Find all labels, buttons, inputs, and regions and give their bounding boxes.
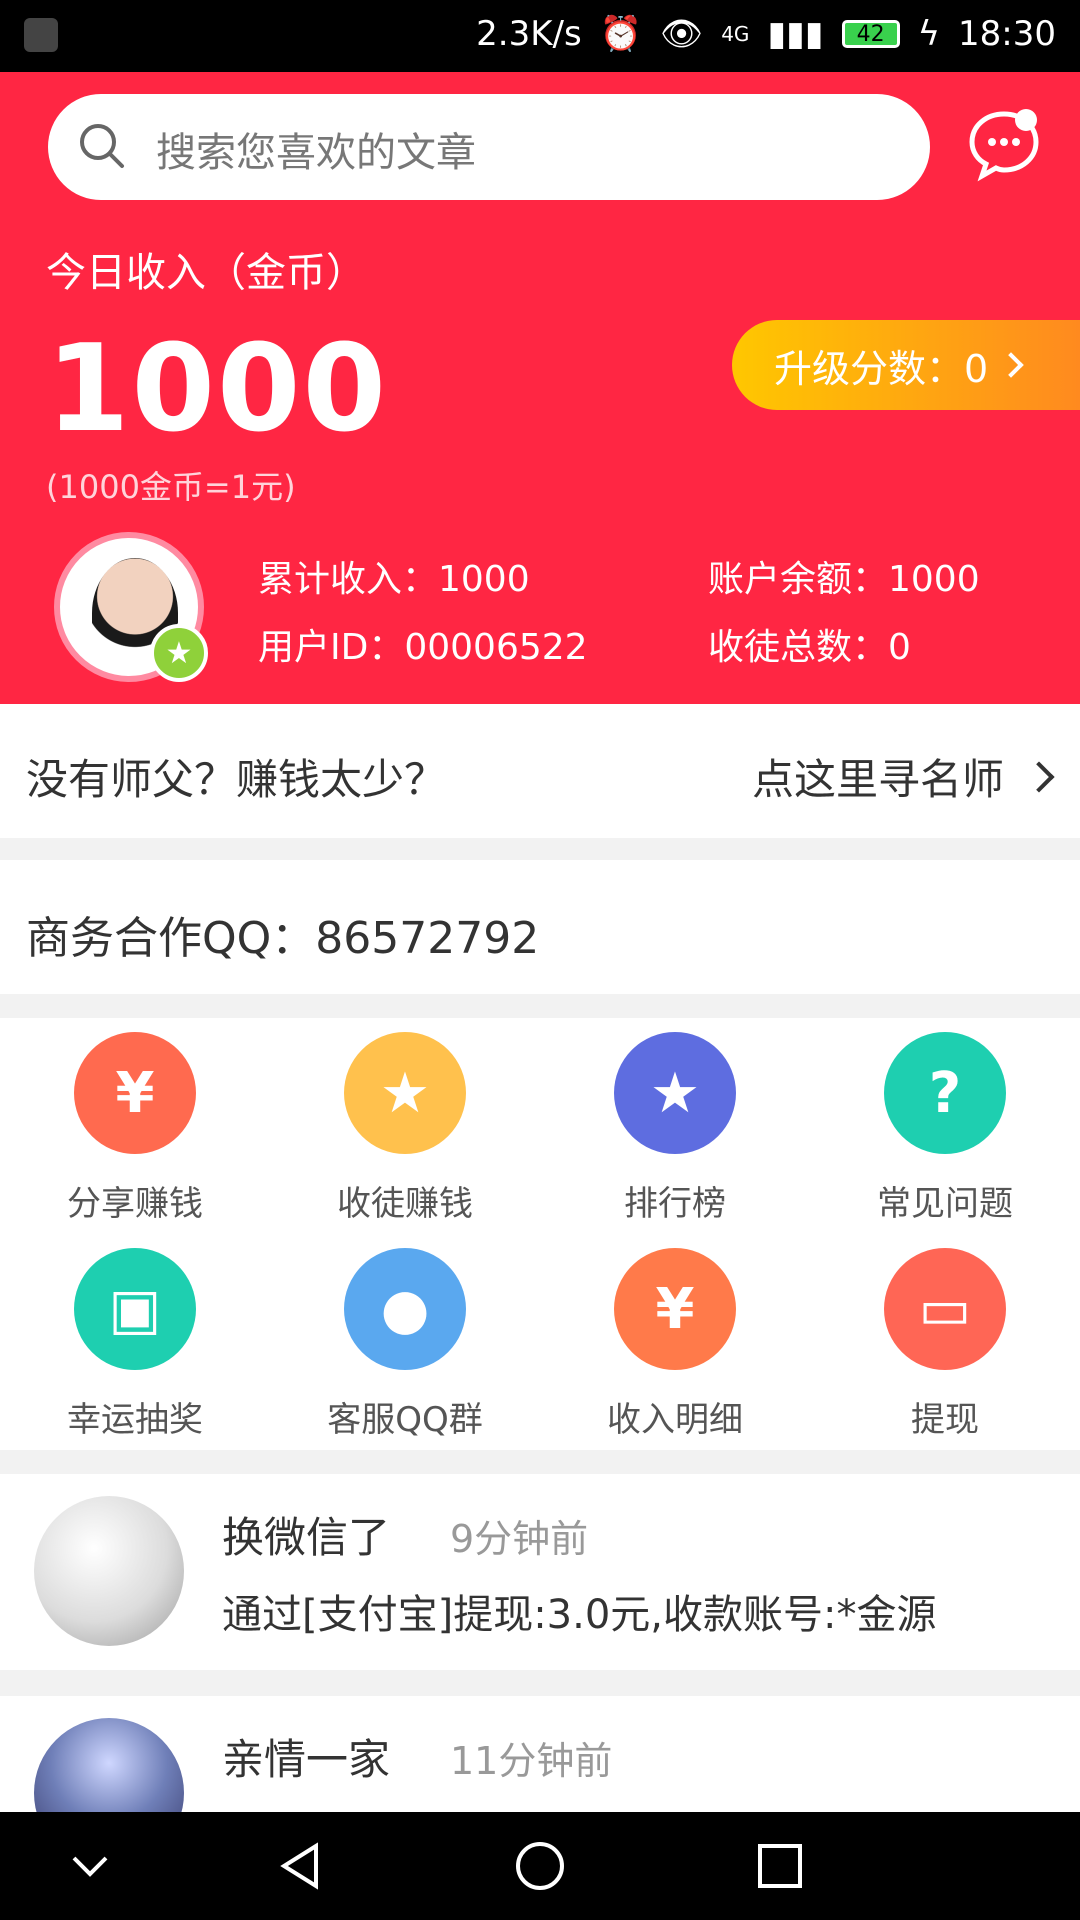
network-speed: 2.3K/s bbox=[476, 14, 582, 54]
wallet-icon: ▭ bbox=[884, 1248, 1006, 1370]
user-id: 用户ID：00006522 bbox=[258, 627, 588, 668]
system-navigation-bar bbox=[0, 1812, 1080, 1920]
grid-item-faq[interactable]: ? 常见问题 bbox=[810, 1018, 1080, 1225]
grid-item-leaderboard[interactable]: ★ 排行榜 bbox=[540, 1018, 810, 1225]
search-bar[interactable]: 搜索您喜欢的文章 bbox=[48, 94, 930, 200]
back-icon[interactable] bbox=[272, 1838, 328, 1894]
list-item[interactable]: 换微信了 9分钟前 通过[支付宝]提现:3.0元,收款账号:*金源 bbox=[0, 1474, 1080, 1670]
total-income: 累计收入：1000 bbox=[258, 559, 530, 600]
grid-item-label: 提现 bbox=[911, 1400, 979, 1440]
today-income-value: 1000 bbox=[46, 320, 388, 459]
battery-icon: 42 bbox=[841, 20, 900, 48]
chevron-right-icon bbox=[1023, 760, 1055, 793]
mentor-link: 点这里寻名师 bbox=[751, 746, 1055, 807]
eye-icon: 👁 bbox=[660, 14, 704, 54]
user-name: 换微信了 bbox=[222, 1513, 391, 1562]
apprentice-count: 收徒总数：0 bbox=[708, 627, 911, 668]
grid-item-label: 客服QQ群 bbox=[327, 1400, 483, 1440]
clock: 18:30 bbox=[958, 14, 1056, 54]
activity-text: 通过[支付宝]提现:3.0元,收款账号:*金源 bbox=[222, 1592, 937, 1638]
message-icon[interactable] bbox=[966, 108, 1042, 184]
grid-item-label: 收入明细 bbox=[607, 1400, 743, 1440]
home-icon[interactable] bbox=[512, 1838, 568, 1894]
chevron-right-icon bbox=[998, 352, 1024, 378]
grid-item-label: 收徒赚钱 bbox=[337, 1184, 473, 1224]
money-bag-icon: ¥ bbox=[74, 1032, 196, 1154]
search-icon bbox=[80, 124, 124, 168]
feature-grid: ¥ 分享赚钱 ★ 收徒赚钱 ★ 排行榜 ? 常见问题 ▣ 幸运抽奖 ● 客服QQ… bbox=[0, 1018, 1080, 1450]
account-balance: 账户余额：1000 bbox=[708, 559, 980, 600]
mentor-prompt: 没有师父？赚钱太少？ bbox=[26, 755, 447, 804]
business-qq-row: 商务合作QQ：86572792 bbox=[0, 860, 1080, 994]
alarm-icon: ⏰ bbox=[599, 14, 643, 54]
user-name: 亲情一家 bbox=[222, 1735, 391, 1784]
gift-icon: ▣ bbox=[74, 1248, 196, 1370]
grid-item-share-earn[interactable]: ¥ 分享赚钱 bbox=[0, 1018, 270, 1225]
charging-icon: ϟ bbox=[917, 14, 941, 54]
grid-item-label: 排行榜 bbox=[624, 1184, 726, 1224]
battery-level: 42 bbox=[856, 21, 885, 47]
grid-item-lucky-draw[interactable]: ▣ 幸运抽奖 bbox=[0, 1234, 270, 1441]
earnings-header: 搜索您喜欢的文章 今日收入（金币） 1000 (1000金币=1元) 升级分数：… bbox=[0, 72, 1080, 704]
qq-icon: ● bbox=[344, 1248, 466, 1370]
grid-item-label: 分享赚钱 bbox=[67, 1184, 203, 1224]
chevron-down-icon[interactable] bbox=[62, 1838, 118, 1894]
wallet-book-icon: ¥ bbox=[614, 1248, 736, 1370]
upgrade-score-label: 升级分数：0 bbox=[774, 346, 989, 391]
grid-item-support-qq[interactable]: ● 客服QQ群 bbox=[270, 1234, 540, 1441]
avatar bbox=[34, 1496, 184, 1646]
business-qq-text: 商务合作QQ：86572792 bbox=[26, 913, 540, 964]
question-icon: ? bbox=[884, 1032, 1006, 1154]
status-bar: 2.3K/s ⏰ 👁 4G ▮▮▮ 42 ϟ 18:30 bbox=[0, 0, 1080, 72]
mentor-link-label: 点这里寻名师 bbox=[751, 755, 1004, 804]
grid-item-label: 常见问题 bbox=[877, 1184, 1013, 1224]
grid-item-label: 幸运抽奖 bbox=[67, 1400, 203, 1440]
upgrade-score-button[interactable]: 升级分数：0 bbox=[732, 320, 1080, 410]
status-indicators: 2.3K/s ⏰ 👁 4G ▮▮▮ 42 ϟ 18:30 bbox=[476, 14, 1056, 54]
level-star-icon: ★ bbox=[150, 624, 208, 682]
medal-icon: ★ bbox=[614, 1032, 736, 1154]
today-income-label: 今日收入（金币） bbox=[46, 250, 366, 296]
grid-item-withdraw[interactable]: ▭ 提现 bbox=[810, 1234, 1080, 1441]
network-label: 4G bbox=[721, 22, 750, 46]
signal-icon: ▮▮▮ bbox=[767, 14, 824, 54]
find-mentor-row[interactable]: 没有师父？赚钱太少？ 点这里寻名师 bbox=[0, 704, 1080, 838]
user-star-icon: ★ bbox=[344, 1032, 466, 1154]
app-logo-icon bbox=[24, 18, 58, 52]
time-ago: 11分钟前 bbox=[450, 1739, 613, 1783]
grid-item-income-detail[interactable]: ¥ 收入明细 bbox=[540, 1234, 810, 1441]
recent-apps-icon[interactable] bbox=[752, 1838, 808, 1894]
search-placeholder: 搜索您喜欢的文章 bbox=[156, 130, 476, 176]
time-ago: 9分钟前 bbox=[450, 1517, 589, 1561]
coin-rate: (1000金币=1元) bbox=[46, 468, 296, 506]
grid-item-recruit-earn[interactable]: ★ 收徒赚钱 bbox=[270, 1018, 540, 1225]
